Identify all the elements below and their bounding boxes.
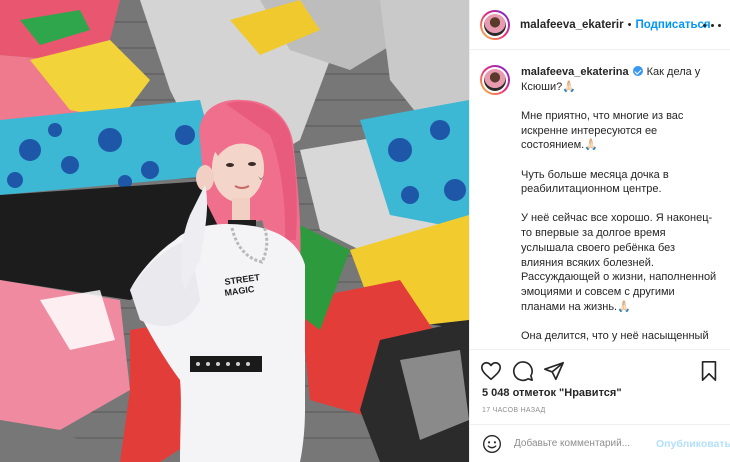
graffiti-wall-photo: STREET MAGIC xyxy=(0,0,469,462)
author-username[interactable]: malafeeva_ekaterir xyxy=(520,19,624,31)
caption-text: malafeeva_ekaterina Как дела у Ксюши?🙏🏻 М… xyxy=(521,65,717,348)
caption-paragraph: Чуть больше месяца дочка в реабилитацион… xyxy=(521,168,669,196)
post-photo[interactable]: STREET MAGIC xyxy=(0,0,469,462)
action-icons xyxy=(480,358,725,384)
emoji-icon[interactable] xyxy=(482,434,502,454)
caption-paragraph: Она делится, что у неё насыщенный и инте… xyxy=(521,329,709,348)
author-avatar[interactable] xyxy=(480,9,510,40)
heart-icon[interactable] xyxy=(480,360,502,382)
comment-input[interactable] xyxy=(514,438,654,449)
likes-count[interactable]: 5 048 отметок "Нравится" xyxy=(482,387,622,399)
share-icon[interactable] xyxy=(543,360,565,382)
caption-area[interactable]: malafeeva_ekaterina Как дела у Ксюши?🙏🏻 М… xyxy=(470,51,730,348)
post-header: malafeeva_ekaterir • Подписаться xyxy=(470,0,730,50)
comment-box: Опубликовать xyxy=(470,424,730,462)
caption-paragraph: У неё сейчас все хорошо. Я наконец-то вп… xyxy=(521,212,717,313)
comment-icon[interactable] xyxy=(512,360,534,382)
verified-badge-icon xyxy=(632,66,643,76)
more-options-icon[interactable] xyxy=(703,20,721,30)
post-comment-button[interactable]: Опубликовать xyxy=(656,438,730,450)
caption-author-username[interactable]: malafeeva_ekaterina xyxy=(521,66,629,78)
caption-author-avatar[interactable] xyxy=(480,65,510,95)
post-side-panel: malafeeva_ekaterir • Подписаться malafee… xyxy=(469,0,730,462)
post-timestamp[interactable]: 17 часов назад xyxy=(482,407,546,414)
header-separator: • xyxy=(627,18,632,31)
bookmark-icon[interactable] xyxy=(698,360,720,382)
follow-button[interactable]: Подписаться xyxy=(635,19,710,31)
caption-paragraph: Мне приятно, что многие из вас искренне … xyxy=(521,109,684,152)
